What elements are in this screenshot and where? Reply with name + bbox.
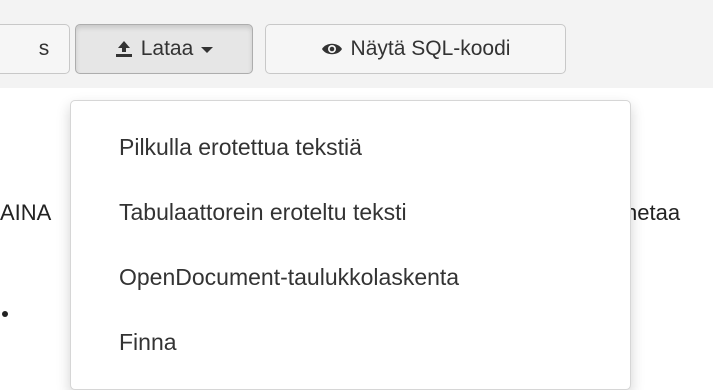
show-sql-button[interactable]: Näytä SQL-koodi bbox=[265, 24, 566, 74]
partial-button-label: s bbox=[38, 37, 50, 60]
list-bullet bbox=[2, 311, 8, 317]
show-sql-button-label: Näytä SQL-koodi bbox=[350, 37, 511, 60]
download-button-label: Lataa bbox=[140, 37, 194, 60]
caret-down-icon bbox=[201, 47, 214, 53]
menu-item-ods[interactable]: OpenDocument-taulukkolaskenta bbox=[119, 264, 459, 291]
upload-tray-icon bbox=[115, 40, 133, 58]
menu-item-csv[interactable]: Pilkulla erotettua tekstiä bbox=[119, 134, 362, 161]
background-text-right: netaa bbox=[625, 200, 681, 225]
partial-button[interactable]: s bbox=[0, 24, 70, 74]
menu-item-finna[interactable]: Finna bbox=[119, 329, 177, 356]
download-dropdown-menu: Pilkulla erotettua tekstiä Tabulaattorei… bbox=[70, 100, 631, 390]
eye-icon bbox=[321, 41, 343, 57]
download-dropdown-button[interactable]: Lataa bbox=[75, 24, 253, 74]
menu-item-tsv[interactable]: Tabulaattorein eroteltu teksti bbox=[119, 199, 407, 226]
background-text-left: AINA bbox=[0, 200, 52, 225]
